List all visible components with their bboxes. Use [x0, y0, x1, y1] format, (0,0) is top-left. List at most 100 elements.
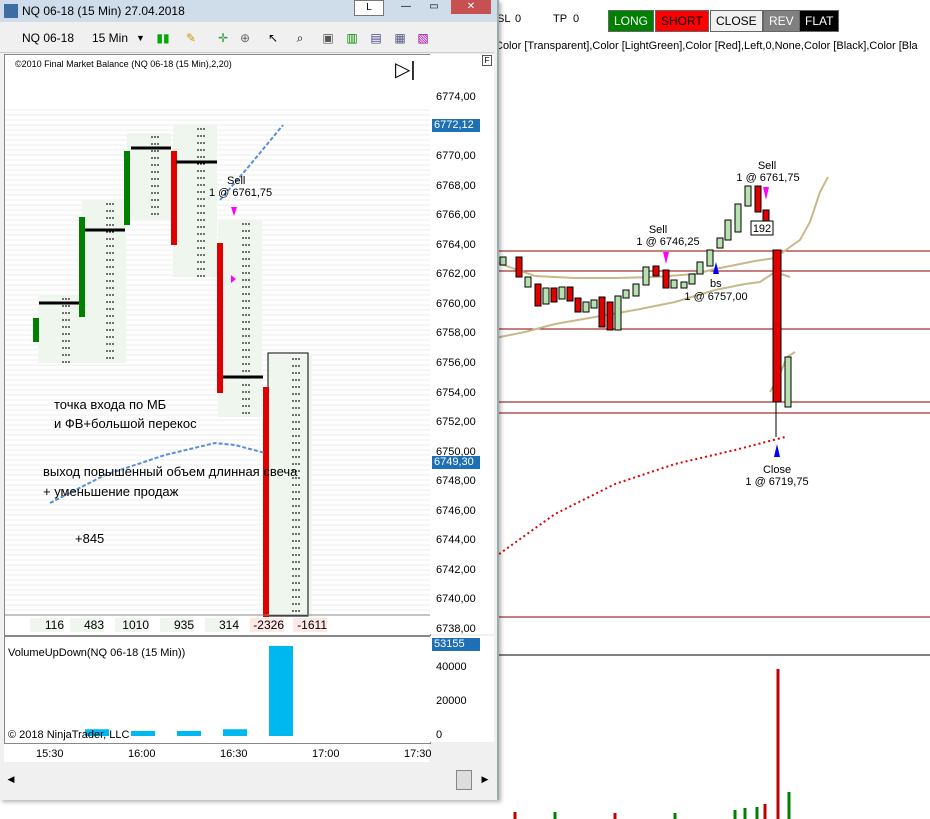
- price-tick-label: 6752,00: [436, 416, 476, 429]
- volume-axis: 40000 20000 0 53155: [430, 636, 494, 742]
- delta-value: 116: [30, 618, 64, 632]
- delta-value: -1611: [293, 618, 327, 632]
- delta-row: 116 483 1010 935 314 -2326 -1611: [5, 616, 430, 632]
- price-tick-label: 6764,00: [436, 238, 476, 251]
- sell-label: Sell: [227, 175, 246, 187]
- chart-window: NQ 06-18 (15 Min) 27.04.2018 L — ▭ ✕ NQ …: [0, 0, 499, 800]
- zoom-icon[interactable]: ⊕: [237, 30, 253, 46]
- indicator-params: Color [Transparent],Color [LightGreen],C…: [495, 40, 918, 52]
- strategy-icon[interactable]: ▧: [415, 30, 431, 46]
- close-button[interactable]: CLOSE: [710, 10, 763, 32]
- price-tick-label: 6740,00: [436, 593, 476, 606]
- select-icon[interactable]: ↖: [265, 30, 281, 46]
- sell2-price: 1 @ 6761,75: [736, 172, 799, 184]
- delta-value: -2326: [250, 618, 284, 632]
- sl-value[interactable]: 0: [515, 13, 521, 25]
- annotation-entry: точка входа по МБ: [54, 397, 167, 412]
- price-panel[interactable]: ©2010 Final Market Balance (NQ 06-18 (15…: [4, 54, 431, 636]
- price-svg: [5, 109, 430, 617]
- maximize-button[interactable]: ▭: [421, 0, 447, 14]
- copyright: © 2018 NinjaTrader, LLC: [8, 729, 130, 741]
- price-tick-label: 6754,00: [436, 386, 476, 399]
- indicator-icon[interactable]: ▦: [392, 30, 408, 46]
- data-box-icon[interactable]: ▤: [368, 30, 384, 46]
- time-tick-label: 17:00: [312, 748, 340, 760]
- volume-indicator-label: VolumeUpDown(NQ 06-18 (15 Min)): [8, 647, 186, 659]
- background-candles: [499, 185, 792, 437]
- pencil-icon[interactable]: ✎: [183, 30, 199, 46]
- time-tick-label: 15:30: [36, 748, 64, 760]
- candle-body: [33, 318, 39, 342]
- volume-tick-label: 0: [436, 729, 443, 741]
- time-tick-label: 16:00: [128, 748, 156, 760]
- price-tick-label: 6746,00: [436, 504, 476, 517]
- indicator-label: ©2010 Final Market Balance (NQ 06-18 (15…: [15, 59, 232, 69]
- long-button[interactable]: LONG: [608, 10, 655, 32]
- window-title: NQ 06-18 (15 Min) 27.04.2018: [22, 4, 185, 18]
- sell-arrow-icon: [663, 252, 669, 264]
- properties-icon[interactable]: ▣: [320, 30, 336, 46]
- time-tick-label: 16:30: [220, 748, 248, 760]
- bars-icon[interactable]: ▮▮: [155, 30, 171, 46]
- annotation-profit: +845: [75, 531, 105, 546]
- interval-selector[interactable]: 15 Min: [92, 29, 128, 47]
- delta-value: 935: [160, 618, 194, 632]
- instrument-selector[interactable]: NQ 06-18: [22, 29, 74, 47]
- price-tick-label: 6756,00: [436, 357, 476, 369]
- volume-bar: [223, 729, 247, 736]
- volume-panel[interactable]: VolumeUpDown(NQ 06-18 (15 Min)) © 2018 N…: [4, 636, 431, 744]
- price-tick-label: 6742,00: [436, 563, 476, 576]
- price-axis[interactable]: 6774,006772,006770,006768,006766,006764,…: [430, 54, 494, 635]
- candle-body: [217, 243, 223, 393]
- price-tick-label: 6768,00: [436, 179, 476, 192]
- candle-body: [171, 151, 177, 245]
- price-tick-label: 6762,00: [436, 268, 476, 281]
- volume-tick-label: 20000: [436, 695, 467, 708]
- indicator-price-badge: 6749,30: [432, 456, 480, 469]
- app-icon: [4, 4, 18, 18]
- volume-bar: [177, 730, 201, 736]
- price-tick-label: 6758,00: [436, 327, 476, 340]
- minimize-button[interactable]: —: [393, 0, 419, 14]
- rev-button[interactable]: REV: [763, 10, 800, 32]
- scroll-left-icon[interactable]: ◀: [4, 771, 18, 787]
- search-icon[interactable]: ⌕: [292, 30, 308, 46]
- delta-value: 1010: [115, 618, 149, 632]
- price-tick-label: 6748,00: [436, 475, 476, 488]
- scroll-right-icon[interactable]: ▶: [478, 771, 492, 787]
- delta-value: 483: [70, 618, 104, 632]
- crosshair-icon[interactable]: ✛: [215, 30, 231, 46]
- volume-tick-label: 40000: [436, 661, 467, 674]
- scroll-thumb[interactable]: [456, 770, 472, 790]
- window-titlebar[interactable]: NQ 06-18 (15 Min) 27.04.2018 L — ▭ ✕: [0, 0, 497, 22]
- flat-button[interactable]: FLAT: [799, 10, 840, 32]
- buy-price: 1 @ 6757,00: [684, 291, 747, 303]
- delta-value: 314: [205, 618, 239, 632]
- candles-icon[interactable]: ▥: [344, 30, 360, 46]
- candle-body: [79, 217, 85, 317]
- close-window-button[interactable]: ✕: [451, 0, 491, 14]
- short-button[interactable]: SHORT: [655, 10, 709, 32]
- tp-label: TP: [553, 13, 568, 25]
- link-button[interactable]: L: [354, 0, 384, 16]
- price-tick-label: 6770,00: [436, 150, 476, 163]
- sell2-label: Sell: [758, 160, 776, 172]
- sell1-price: 1 @ 6746,25: [636, 236, 699, 248]
- tp-value[interactable]: 0: [573, 13, 579, 25]
- scrollbar[interactable]: ◀ ▶: [4, 768, 492, 790]
- time-axis[interactable]: 15:30 16:00 16:30 17:00 17:30: [4, 744, 432, 762]
- chevron-down-icon[interactable]: ▼: [136, 29, 145, 47]
- sell-arrow-icon: [763, 187, 769, 200]
- annotation-imbalance: и ФВ+большой перекос: [54, 416, 197, 431]
- last-price-badge: 6772,12: [432, 118, 480, 132]
- price-tick-label: 6738,00: [436, 623, 476, 635]
- play-forward-icon[interactable]: ▷|: [395, 60, 416, 80]
- candle-body: [263, 387, 269, 617]
- volume-bar: [131, 730, 155, 736]
- candle-body: [124, 151, 130, 225]
- sell1-label: Sell: [649, 224, 667, 236]
- f-icon[interactable]: F: [482, 55, 492, 66]
- annotation-sales: + уменьшение продаж: [43, 484, 179, 499]
- price-tick-label: 6744,00: [436, 534, 476, 547]
- background-volume-bars: [513, 669, 791, 819]
